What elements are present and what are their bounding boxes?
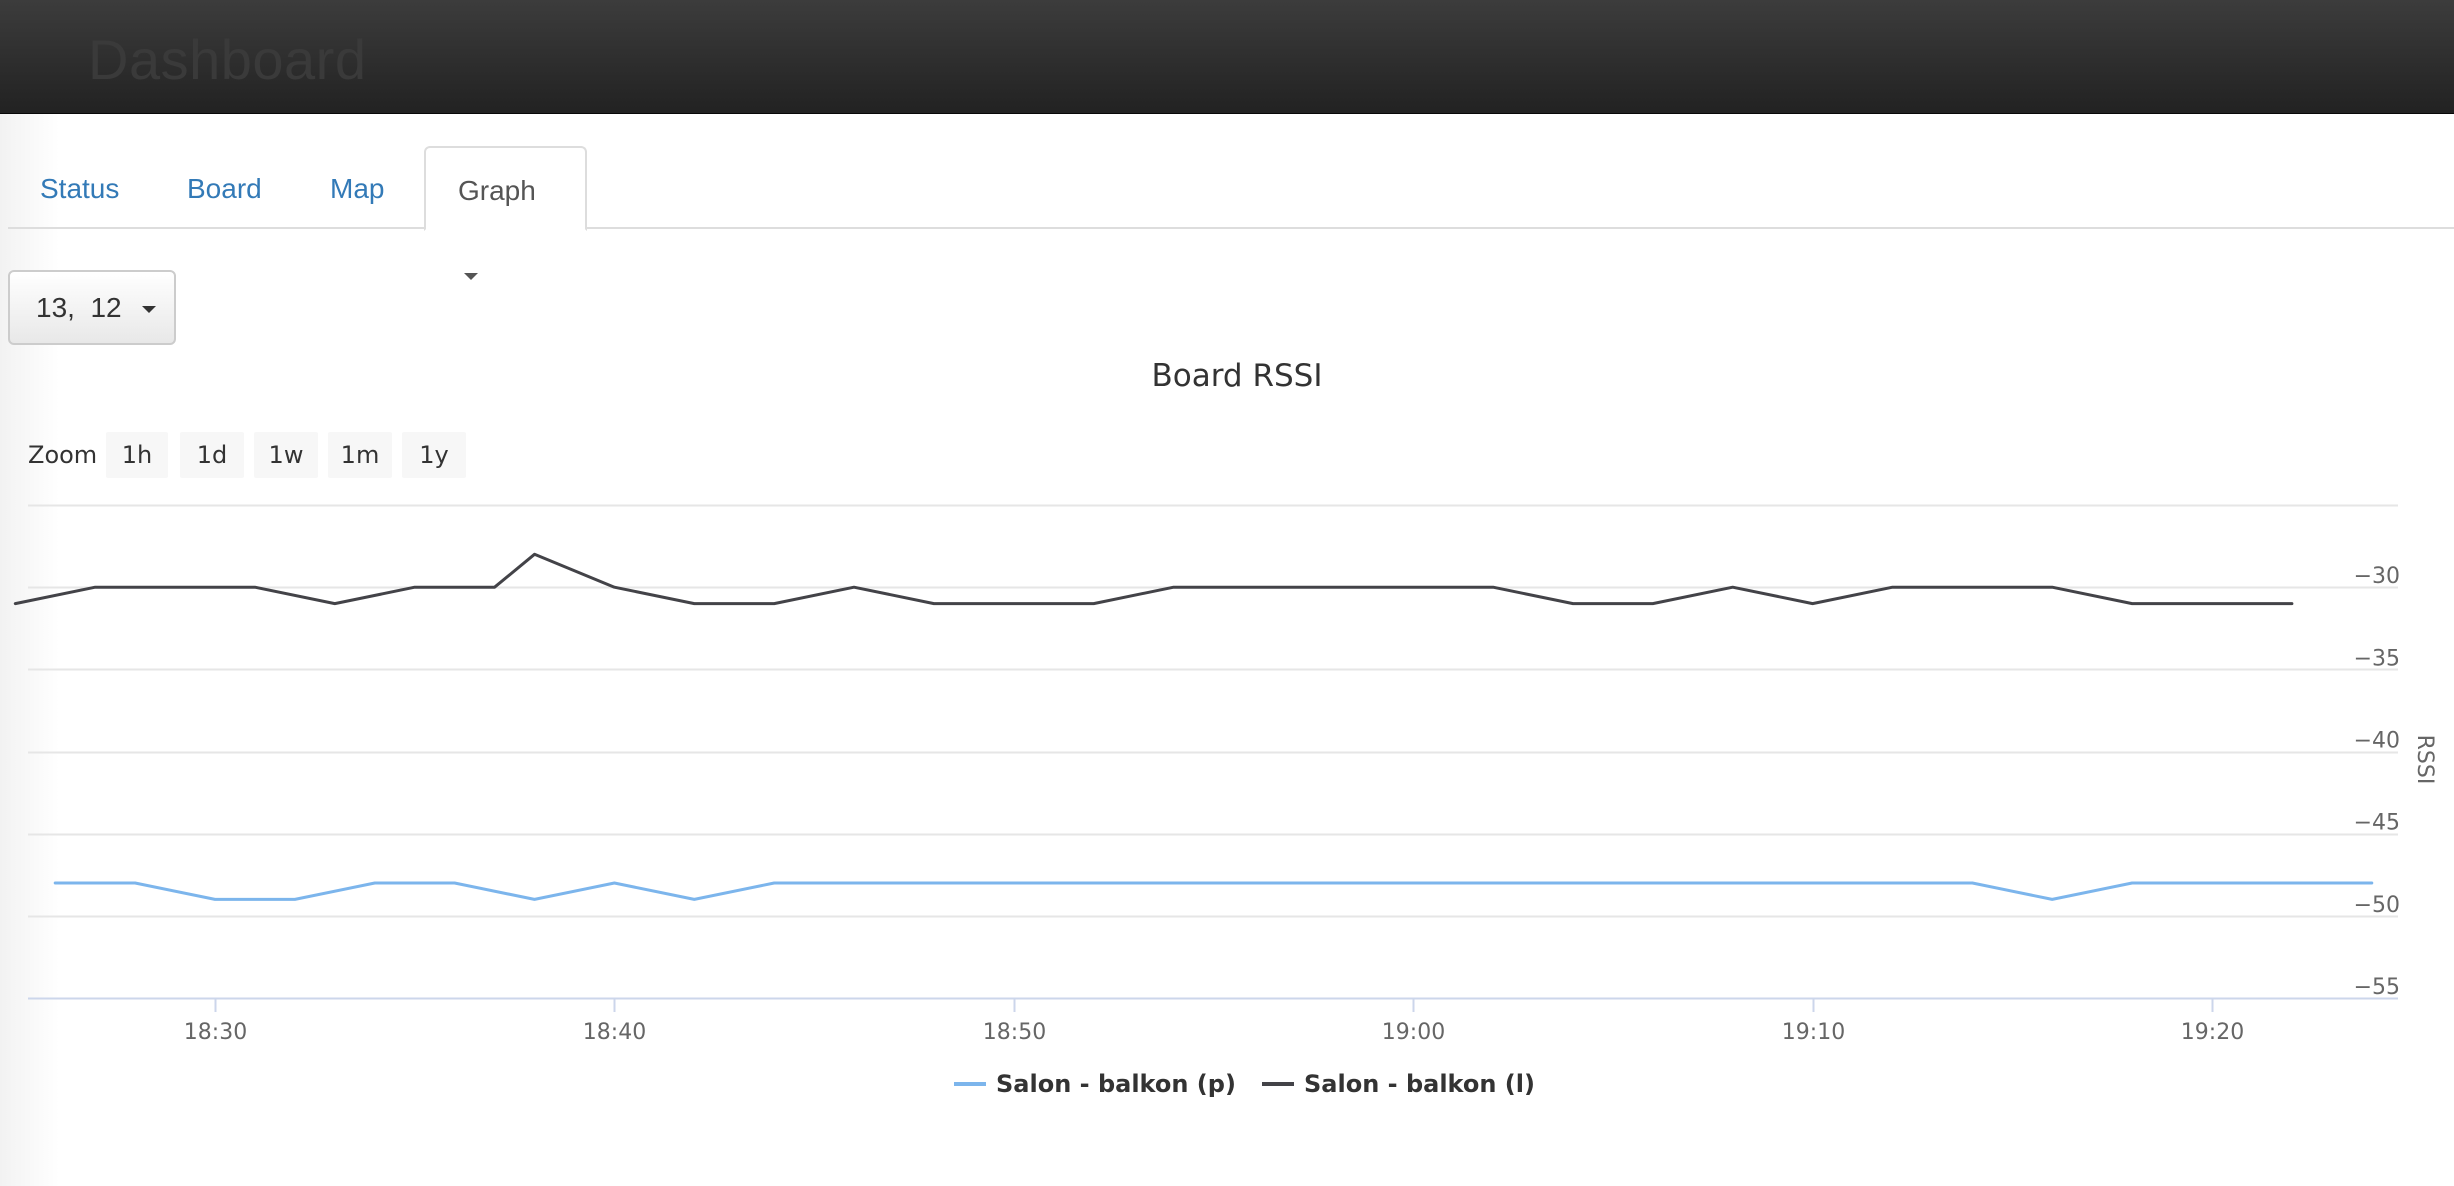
zoom-label: Zoom [28, 441, 98, 469]
tab-board-label: Board [187, 173, 262, 204]
x-tick-label: 19:10 [1782, 1020, 1845, 1045]
series-line-l [13, 552, 2294, 606]
legend-label: Salon - balkon (p) [996, 1070, 1236, 1098]
zoom-1y-button[interactable]: 1y [402, 432, 466, 478]
board-select-value: 13, 12 [36, 292, 122, 323]
tab-status[interactable]: Status [8, 146, 151, 229]
series-line-p [53, 881, 2374, 901]
chevron-down-icon [142, 306, 156, 313]
x-tick-label: 18:30 [184, 1020, 247, 1045]
zoom-1w-button[interactable]: 1w [254, 432, 318, 478]
tab-map-label: Map [330, 173, 385, 204]
y-tick-label: −50 [2354, 893, 2400, 918]
board-select-dropdown[interactable]: 13, 12 [8, 270, 176, 345]
zoom-1h-button[interactable]: 1h [106, 432, 168, 478]
tab-board[interactable]: Board [155, 146, 294, 229]
zoom-1m-button[interactable]: 1m [328, 432, 392, 478]
legend-item-p[interactable]: Salon - balkon (p) [954, 1070, 1236, 1098]
x-tick-label: 18:50 [983, 1020, 1046, 1045]
rssi-line-chart: −30 −35 −40 −45 −50 −55 RSSI 18:30 18:40 18:50 19:… [13, 504, 2437, 1098]
tab-map[interactable]: Map [298, 146, 416, 229]
legend-item-l[interactable]: Salon - balkon (l) [1262, 1070, 1535, 1098]
y-axis-title: RSSI [2412, 735, 2437, 785]
x-tick-label: 18:40 [583, 1020, 646, 1045]
y-tick-label: −55 [2354, 975, 2400, 1000]
tab-graph[interactable]: Graph [424, 146, 587, 281]
brand-title[interactable]: Dashboard [88, 28, 366, 92]
y-tick-label: −45 [2354, 811, 2400, 836]
chevron-down-icon [464, 273, 478, 281]
y-tick-label: −35 [2354, 646, 2400, 671]
x-tick-label: 19:00 [1382, 1020, 1445, 1045]
tab-status-label: Status [40, 173, 120, 204]
tab-graph-label: Graph [458, 175, 536, 206]
legend-label: Salon - balkon (l) [1304, 1070, 1535, 1098]
chart-title: Board RSSI [1151, 358, 1323, 394]
nav-tabs: Status Board Map Graph [8, 146, 2454, 281]
top-navbar: Dashboard [0, 0, 2454, 114]
zoom-1d-button[interactable]: 1d [180, 432, 244, 478]
y-tick-label: −40 [2354, 729, 2400, 754]
y-tick-label: −30 [2354, 564, 2400, 589]
x-tick-label: 19:20 [2181, 1020, 2244, 1045]
